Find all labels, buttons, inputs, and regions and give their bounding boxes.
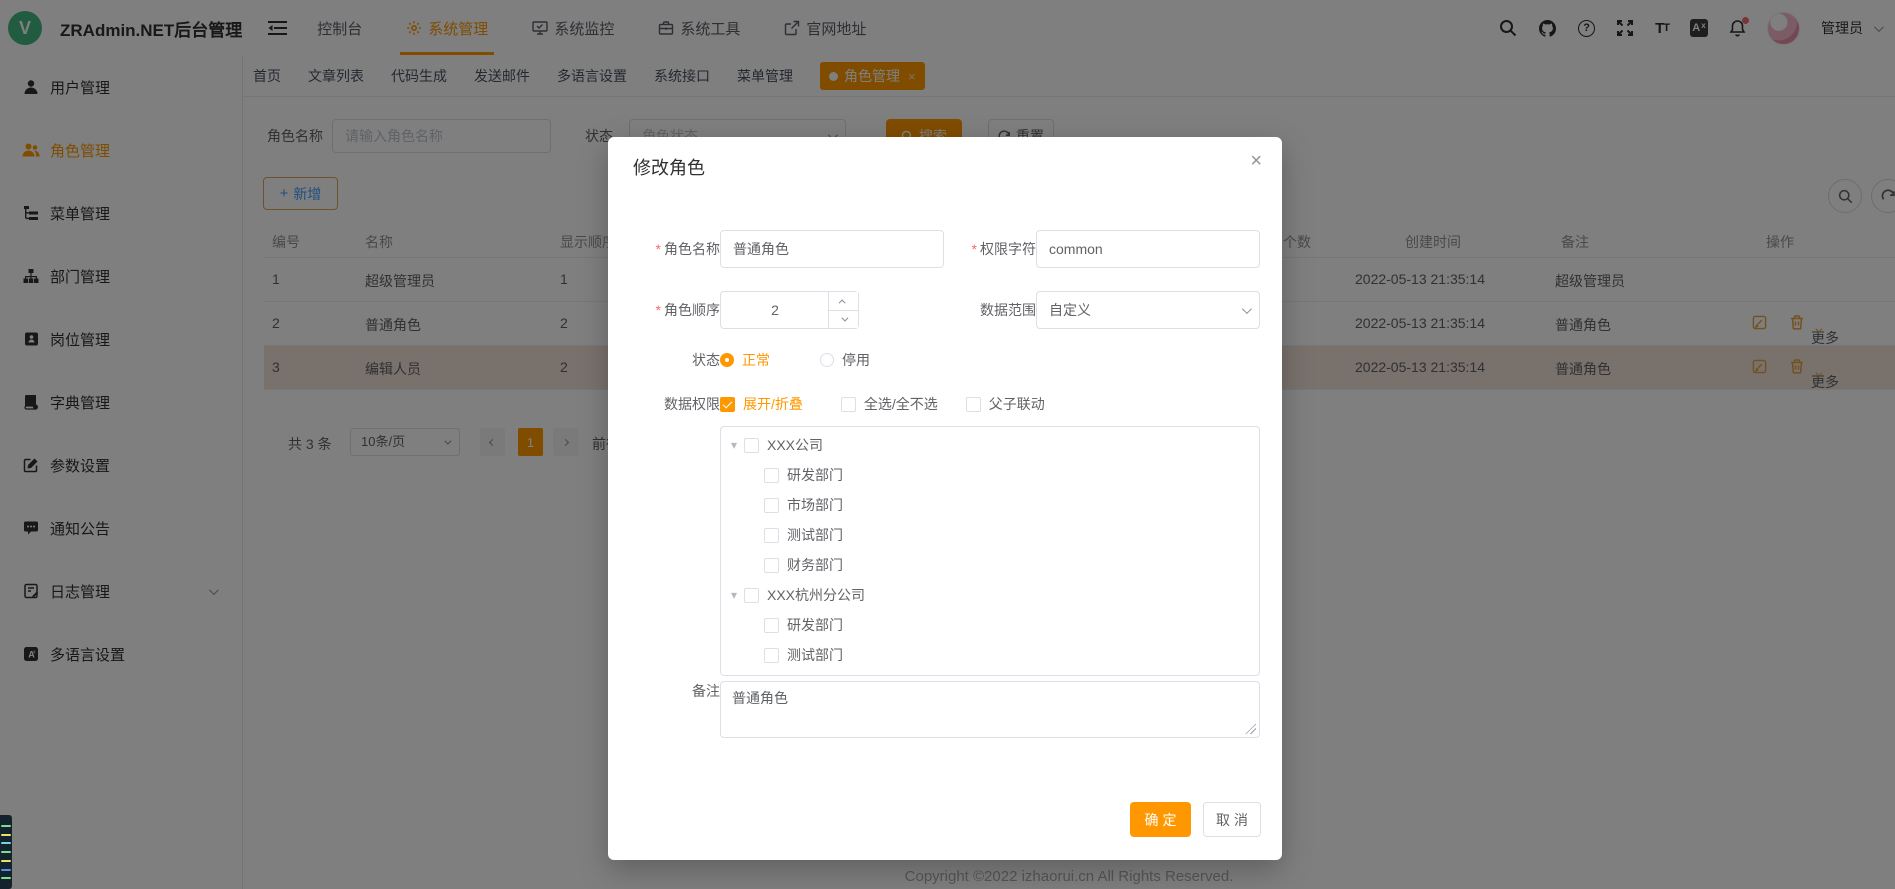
role-name-field-input[interactable] [720, 230, 944, 268]
role-order-field-label: *角色顺序 [628, 291, 720, 329]
tree-node-label: 测试部门 [787, 645, 843, 665]
caret-down-icon[interactable]: ▾ [727, 588, 741, 602]
status-radio-group: 正常 停用 [720, 341, 870, 379]
dialog-close-icon[interactable]: × [1250, 151, 1262, 171]
tree-checkbox[interactable] [764, 648, 779, 663]
data-scope-field-label: 数据范围 [944, 291, 1036, 329]
department-tree: ▾ XXX公司 研发部门 市场部门 测试部门 财务部门 ▾ [720, 426, 1260, 676]
tree-node-label: 测试部门 [787, 525, 843, 545]
tree-checkbox[interactable] [764, 618, 779, 633]
number-value: 2 [721, 292, 829, 328]
perm-char-field-label: *权限字符 [944, 230, 1036, 268]
checkbox-select-all[interactable] [841, 397, 856, 412]
tree-node-label: 财务部门 [787, 555, 843, 575]
tree-node-root[interactable]: ▾ XXX杭州分公司 [721, 580, 1259, 610]
tree-node-label: XXX杭州分公司 [767, 585, 865, 605]
remark-field-label: 备注 [628, 681, 720, 701]
radio-disabled-label: 停用 [842, 350, 870, 370]
tree-node-child[interactable]: 研发部门 [721, 460, 1259, 490]
tree-checkbox[interactable] [764, 468, 779, 483]
increase-button[interactable] [829, 292, 858, 310]
tree-node-child[interactable]: 财务部门 [721, 550, 1259, 580]
perm-char-field-input[interactable] [1036, 230, 1260, 268]
data-perm-field-label: 数据权限 [628, 389, 720, 419]
checkbox-expand-label: 展开/折叠 [743, 394, 803, 414]
checkbox-expand-checked[interactable] [720, 397, 735, 412]
data-scope-select[interactable]: 自定义 [1036, 291, 1260, 329]
tree-checkbox[interactable] [764, 558, 779, 573]
tree-node-child[interactable]: 测试部门 [721, 520, 1259, 550]
checkbox-parent-child-label: 父子联动 [989, 394, 1045, 414]
chevron-down-icon [841, 315, 848, 322]
checkbox-select-all-label: 全选/全不选 [864, 394, 938, 414]
role-name-field-label: *角色名称 [628, 230, 720, 268]
data-perm-options: 展开/折叠 全选/全不选 父子联动 [720, 389, 1045, 419]
chevron-up-icon [839, 299, 846, 306]
radio-disabled[interactable] [820, 353, 834, 367]
tree-node-label: 市场部门 [787, 495, 843, 515]
edit-role-dialog: 修改角色 × *角色名称 *权限字符 *角色顺序 2 数据范围 自定义 [608, 137, 1282, 860]
radio-normal-checked[interactable] [720, 353, 734, 367]
tree-node-label: 研发部门 [787, 465, 843, 485]
tree-checkbox[interactable] [764, 498, 779, 513]
app-screen: V ZRAdmin.NET后台管理 控制台 系统管理 系统监控 [0, 0, 1895, 889]
tree-node-child[interactable]: 研发部门 [721, 610, 1259, 640]
server-monitor-widget[interactable] [0, 815, 12, 889]
number-stepper [828, 292, 858, 328]
confirm-button[interactable]: 确定 [1130, 802, 1191, 837]
cancel-button[interactable]: 取消 [1203, 802, 1261, 837]
tree-node-label: 研发部门 [787, 615, 843, 635]
status-field-label: 状态 [628, 341, 720, 379]
decrease-button[interactable] [829, 310, 858, 328]
tree-node-label: XXX公司 [767, 435, 823, 455]
tree-checkbox[interactable] [744, 438, 759, 453]
select-chevron-icon [1242, 304, 1252, 314]
tree-node-child[interactable]: 测试部门 [721, 640, 1259, 670]
dialog-title: 修改角色 [633, 154, 705, 180]
caret-down-icon[interactable]: ▾ [727, 438, 741, 452]
checkbox-parent-child[interactable] [966, 397, 981, 412]
radio-normal-label: 正常 [742, 350, 770, 370]
role-order-number-input[interactable]: 2 [720, 291, 859, 329]
remark-textarea[interactable]: 普通角色 [720, 681, 1260, 738]
tree-node-root[interactable]: ▾ XXX公司 [721, 430, 1259, 460]
tree-checkbox[interactable] [744, 588, 759, 603]
tree-checkbox[interactable] [764, 528, 779, 543]
tree-node-child[interactable]: 市场部门 [721, 490, 1259, 520]
